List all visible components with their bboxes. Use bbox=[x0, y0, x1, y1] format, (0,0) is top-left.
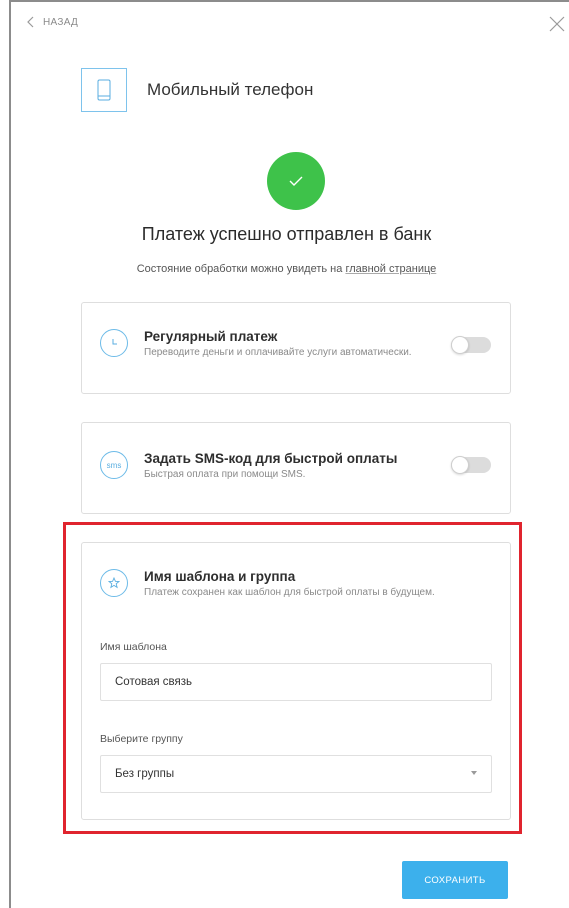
back-label: НАЗАД bbox=[43, 16, 79, 28]
main-page-link[interactable]: главной странице bbox=[345, 263, 436, 275]
result-title: Платеж успешно отправлен в банк bbox=[141, 224, 432, 244]
check-icon bbox=[267, 152, 325, 210]
highlight-box bbox=[63, 522, 522, 834]
result-subtitle-text: Состояние обработки можно увидеть на bbox=[136, 263, 346, 275]
page-title: Мобильный телефон bbox=[147, 80, 314, 99]
sms-code-card: sms Задать SMS-код для быстрой оплаты Бы… bbox=[81, 422, 511, 514]
toggle-knob bbox=[451, 456, 469, 474]
sms-code-toggle[interactable] bbox=[451, 456, 491, 474]
save-button[interactable]: СОХРАНИТЬ bbox=[402, 861, 508, 899]
sms-code-description: Быстрая оплата при помощи SMS. bbox=[144, 469, 306, 480]
sms-icon: sms bbox=[100, 451, 128, 479]
regular-payment-description: Переводите деньги и оплачивайте услуги а… bbox=[144, 347, 412, 358]
chevron-left-icon bbox=[27, 16, 34, 28]
sms-code-row: sms Задать SMS-код для быстрой оплаты Бы… bbox=[100, 451, 397, 480]
close-icon[interactable] bbox=[549, 16, 565, 32]
regular-payment-toggle[interactable] bbox=[451, 336, 491, 354]
sms-code-title: Задать SMS-код для быстрой оплаты bbox=[144, 451, 398, 466]
regular-payment-row: Регулярный платеж Переводите деньги и оп… bbox=[100, 329, 412, 358]
page-header: Мобильный телефон bbox=[81, 68, 313, 112]
phone-icon bbox=[81, 68, 127, 112]
regular-payment-card: Регулярный платеж Переводите деньги и оп… bbox=[81, 302, 511, 394]
regular-payment-title: Регулярный платеж bbox=[144, 329, 278, 344]
clock-icon bbox=[100, 329, 128, 357]
back-button[interactable]: НАЗАД bbox=[27, 16, 78, 28]
result-subtitle: Состояние обработки можно увидеть на гла… bbox=[2, 263, 569, 275]
toggle-knob bbox=[451, 336, 469, 354]
